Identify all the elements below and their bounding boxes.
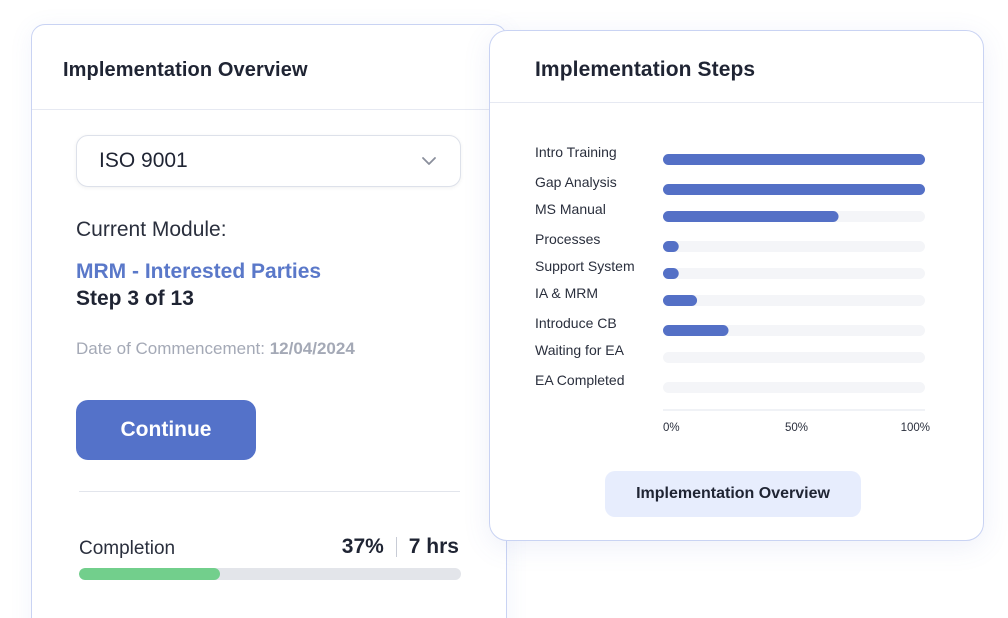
completion-percent: 37% <box>341 535 384 558</box>
bar <box>663 241 679 252</box>
commencement-date-row: Date of Commencement: 12/04/2024 <box>76 339 355 359</box>
bar-label: Processes <box>535 231 600 247</box>
completion-label: Completion <box>79 538 176 559</box>
chevron-down-icon <box>422 157 436 165</box>
overview-card-title: Implementation Overview <box>63 59 308 81</box>
bar-label: Support System <box>535 258 635 274</box>
bar-label: Waiting for EA <box>535 342 625 358</box>
bar-label: Intro Training <box>535 144 617 160</box>
commencement-date-value: 12/04/2024 <box>269 339 355 358</box>
implementation-overview-button[interactable]: Implementation Overview <box>605 471 861 517</box>
implementation-steps-chart: Intro Training Gap Analysis MS Manual Proce… <box>535 144 930 434</box>
bar-track <box>663 268 925 279</box>
bar-track <box>663 295 925 306</box>
stats-separator <box>395 537 397 557</box>
bar <box>663 154 925 165</box>
bar-label: EA Completed <box>535 372 625 388</box>
bar <box>663 268 679 279</box>
bar-label: IA & MRM <box>535 285 598 301</box>
bar-track <box>663 382 925 393</box>
bar-track <box>663 352 925 363</box>
completion-progress-bar <box>79 568 461 580</box>
standard-select-value: ISO 9001 <box>99 149 188 172</box>
current-module-name: MRM - Interested Parties <box>76 260 322 283</box>
bar <box>663 295 698 306</box>
bar-track <box>663 241 925 252</box>
x-tick-label: 0% <box>663 422 680 434</box>
standard-select[interactable]: ISO 9001 <box>76 135 461 187</box>
implementation-steps-card: Implementation Steps Intro Training Gap A… <box>489 30 984 541</box>
divider <box>79 491 460 492</box>
completion-stats: 37% 7 hrs <box>342 535 459 559</box>
continue-button[interactable]: Continue <box>76 400 256 460</box>
bar <box>663 184 925 195</box>
x-tick-label: 50% <box>785 422 808 434</box>
commencement-date-label: Date of Commencement: <box>76 339 265 358</box>
bar <box>663 211 839 222</box>
x-tick-label: 100% <box>901 422 930 434</box>
completion-hours: 7 hrs <box>408 535 459 558</box>
step-progress-text: Step 3 of 13 <box>76 287 194 310</box>
bar <box>663 325 729 336</box>
current-module-label: Current Module: <box>76 218 227 241</box>
bar-label: Gap Analysis <box>535 174 617 190</box>
overview-card-header: Implementation Overview <box>32 25 506 110</box>
completion-progress-fill <box>79 568 221 580</box>
bar-label: Introduce CB <box>535 315 617 331</box>
implementation-overview-card: Implementation Overview ISO 9001 Current… <box>31 24 507 618</box>
bar-label: MS Manual <box>535 201 606 217</box>
